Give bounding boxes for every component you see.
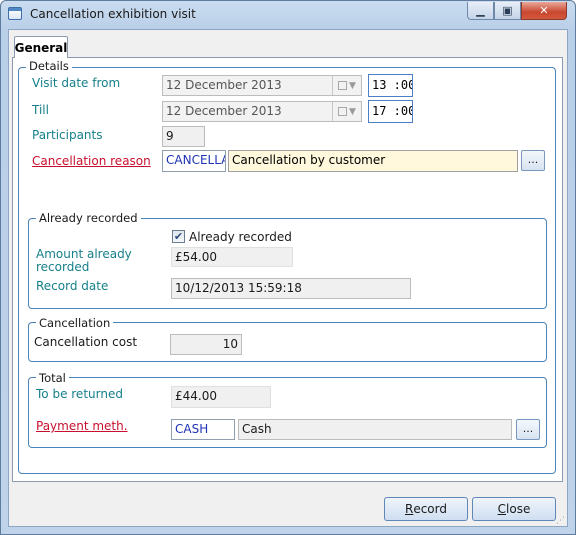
to-be-returned-label: To be returned xyxy=(36,387,123,401)
cancellation-reason-description[interactable]: Cancellation by customer xyxy=(228,150,518,172)
till-date-value: 12 December 2013 xyxy=(166,104,282,118)
visit-date-from-value: 12 December 2013 xyxy=(166,78,282,92)
record-date-label: Record date xyxy=(36,279,109,293)
maximize-button[interactable]: ▣ xyxy=(494,2,521,20)
amount-already-recorded-label-line2: recorded xyxy=(36,260,90,274)
cancellation-legend: Cancellation xyxy=(36,316,114,330)
record-button-mnemonic: R xyxy=(404,502,414,516)
till-label: Till xyxy=(32,103,49,117)
payment-method-label[interactable]: Payment meth. xyxy=(36,419,128,433)
visit-date-from-label: Visit date from xyxy=(32,76,121,90)
details-legend: Details xyxy=(26,59,72,73)
cancellation-cost-field[interactable]: 10 xyxy=(170,334,242,355)
already-recorded-legend: Already recorded xyxy=(36,211,141,225)
already-recorded-checkbox[interactable]: ✔ xyxy=(172,230,185,243)
already-recorded-checkbox-label[interactable]: Already recorded xyxy=(189,230,292,244)
checkmark-icon: ✔ xyxy=(173,230,184,243)
payment-method-lookup-button[interactable]: ... xyxy=(516,419,540,440)
visit-date-from-picker[interactable]: ▼ xyxy=(332,76,361,95)
window-title: Cancellation exhibition visit xyxy=(30,7,196,21)
calendar-icon xyxy=(338,81,348,90)
amount-already-recorded-field: £54.00 xyxy=(171,247,293,267)
participants-field[interactable]: 9 xyxy=(162,126,205,147)
cancellation-cost-label: Cancellation cost xyxy=(34,335,138,349)
tab-general[interactable]: General xyxy=(14,36,68,58)
chevron-down-icon: ▼ xyxy=(349,80,356,91)
amount-already-recorded-label-line1: Amount already xyxy=(36,247,132,261)
window-icon xyxy=(8,7,22,20)
resize-grip-icon[interactable]: ⋰ xyxy=(556,516,566,526)
close-button-label: lose xyxy=(506,502,531,516)
record-button[interactable]: Record xyxy=(384,497,468,521)
minimize-button[interactable]: ▁ xyxy=(467,2,494,20)
cancellation-reason-code[interactable]: CANCELLA xyxy=(162,150,226,172)
participants-label: Participants xyxy=(32,128,103,142)
cancellation-reason-lookup-button[interactable]: ... xyxy=(521,150,545,171)
close-button-mnemonic: C xyxy=(497,502,507,516)
to-be-returned-field: £44.00 xyxy=(171,386,271,408)
chevron-down-icon: ▼ xyxy=(349,106,356,117)
till-time-field[interactable]: 17 :00 xyxy=(368,100,413,123)
record-button-label: ecord xyxy=(413,502,447,516)
title-bar[interactable]: Cancellation exhibition visit ▁ ▣ ✕ xyxy=(1,1,575,27)
record-date-field: 10/12/2013 15:59:18 xyxy=(171,278,411,299)
payment-method-code[interactable]: CASH xyxy=(171,419,235,440)
total-legend: Total xyxy=(36,371,69,385)
cancellation-reason-label[interactable]: Cancellation reason xyxy=(32,154,151,168)
visit-time-from-field[interactable]: 13 :00 xyxy=(368,74,413,97)
payment-method-description[interactable]: Cash xyxy=(238,419,512,440)
calendar-icon xyxy=(338,107,348,116)
close-window-button[interactable]: ✕ xyxy=(521,2,567,20)
till-date-picker[interactable]: ▼ xyxy=(332,102,361,121)
close-button[interactable]: Close xyxy=(472,497,556,521)
